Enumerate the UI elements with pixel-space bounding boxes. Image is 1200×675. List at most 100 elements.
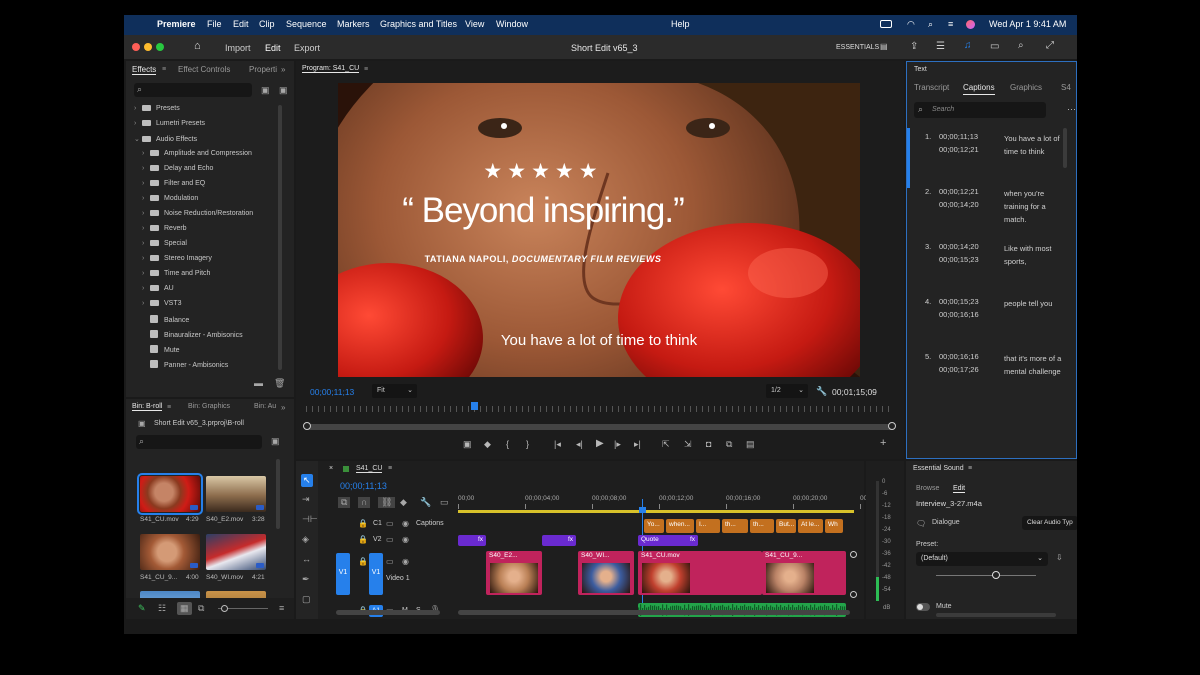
home-icon[interactable]: ⌂: [194, 40, 201, 52]
bin-menu-icon[interactable]: ≡: [279, 604, 284, 613]
chevron-right-icon[interactable]: ›: [142, 150, 150, 157]
effects-tree-item[interactable]: › AU: [142, 285, 174, 299]
battery-icon[interactable]: [880, 20, 892, 28]
captions-search-input[interactable]: ⌕ Search: [914, 102, 1046, 118]
chevron-right-icon[interactable]: ›: [142, 285, 150, 292]
compare-icon[interactable]: ▣: [463, 439, 472, 450]
tab-bin-graphics[interactable]: Bin: Graphics: [188, 403, 230, 410]
menu-view[interactable]: View: [465, 19, 484, 29]
chevron-right-icon[interactable]: ›: [142, 225, 150, 232]
workspace-icon[interactable]: ▤: [880, 42, 888, 51]
mute-toggle[interactable]: [916, 603, 930, 611]
accelerated-filter-icon[interactable]: ▣: [261, 86, 270, 95]
zoom-window-button[interactable]: [156, 43, 164, 51]
rectangle-tool-icon[interactable]: ▢: [302, 595, 311, 604]
timeline-playhead-handle[interactable]: [639, 507, 646, 513]
preset-slider-handle[interactable]: [992, 571, 1000, 579]
v-scroll-bottom-handle[interactable]: [850, 591, 857, 598]
program-menu-icon[interactable]: ≡: [364, 66, 368, 73]
sequence-menu-icon[interactable]: ≡: [388, 465, 392, 472]
effects-scrollbar[interactable]: [278, 105, 282, 370]
caption-list-item[interactable]: 3. 00;00;14;20 00;00;15;23 Like with most s…: [907, 242, 1077, 294]
caption-list-item[interactable]: 2. 00;00;12;21 00;00;14;20 when you're trai…: [907, 187, 1077, 239]
lift-icon[interactable]: ⇱: [662, 439, 670, 450]
marker-icon[interactable]: ◆: [484, 439, 491, 450]
tab-effects[interactable]: Effects: [132, 65, 157, 75]
v1-clip[interactable]: S41_CU_9...: [762, 551, 846, 595]
menu-file[interactable]: File: [207, 19, 222, 29]
effects-tree-item[interactable]: › Presets: [134, 105, 180, 119]
tab-sequence[interactable]: S41_CU: [356, 465, 383, 473]
minimize-window-button[interactable]: [144, 43, 152, 51]
tab-bin-broll[interactable]: Bin: B-roll: [132, 403, 163, 411]
chevron-right-icon[interactable]: ›: [142, 210, 150, 217]
effects-tree-item[interactable]: › VST3: [142, 300, 182, 314]
caption-text[interactable]: You have a lot of time to think: [1004, 132, 1062, 158]
vr-icon[interactable]: ▤: [746, 439, 755, 450]
v2-clip[interactable]: fx: [458, 535, 486, 546]
add-marker-icon[interactable]: ◆: [400, 498, 407, 507]
bin-thumbnail[interactable]: [206, 534, 266, 570]
caption-clip[interactable]: Wh: [825, 519, 843, 533]
effects-tree-item[interactable]: › Lumetri Presets: [134, 120, 205, 134]
v1-clip[interactable]: S40_E2...: [486, 551, 542, 595]
chevron-right-icon[interactable]: ›: [134, 120, 142, 127]
close-sequence-icon[interactable]: ×: [329, 465, 333, 472]
new-folder-icon[interactable]: ▬: [254, 379, 263, 388]
bin-thumbnail[interactable]: [206, 476, 266, 512]
toggle-output-icon[interactable]: ▭: [386, 536, 394, 544]
caption-clip[interactable]: At le...: [798, 519, 823, 533]
clear-audio-type-button[interactable]: Clear Audio Typ: [1022, 516, 1077, 530]
wifi-icon[interactable]: ◠: [907, 19, 915, 30]
caption-clip[interactable]: But...: [776, 519, 796, 533]
caption-clip[interactable]: Yo...: [644, 519, 664, 533]
nav-edit[interactable]: Edit: [265, 43, 281, 53]
effects-tree-item[interactable]: ⌄ Audio Effects: [134, 135, 197, 149]
caption-text[interactable]: when you're training for a match.: [1004, 187, 1062, 226]
comment-icon[interactable]: ▭: [990, 41, 999, 52]
timeline-timecode[interactable]: 00;00;11;13: [340, 481, 387, 491]
effects-tree-item[interactable]: Mute: [142, 345, 180, 359]
essential-sound-menu-icon[interactable]: ≡: [968, 465, 972, 472]
track-target-v1[interactable]: V1: [369, 553, 383, 595]
menu-clip[interactable]: Clip: [259, 19, 275, 29]
icon-view-icon[interactable]: ▦: [177, 602, 192, 615]
app-menu[interactable]: Premiere: [157, 19, 196, 29]
chevron-right-icon[interactable]: ›: [142, 255, 150, 262]
v2-clip[interactable]: fx: [542, 535, 576, 546]
nav-export[interactable]: Export: [294, 43, 320, 53]
caption-clip[interactable]: when...: [666, 519, 694, 533]
control-center-icon[interactable]: ≡: [948, 19, 953, 29]
tab-bin-audio[interactable]: Bin: Au: [254, 403, 276, 410]
toggle-output-icon[interactable]: ▭: [386, 520, 394, 528]
razor-icon[interactable]: ◈: [302, 535, 309, 544]
source-patch-v1[interactable]: V1: [336, 553, 350, 595]
tab-effects-menu-icon[interactable]: ≡: [162, 66, 166, 73]
more-options-icon[interactable]: ⋯: [1067, 104, 1076, 115]
effects-tree-item[interactable]: › Amplitude and Compression: [142, 150, 252, 164]
captions-toggle-icon[interactable]: ▭: [440, 498, 449, 507]
caption-list-item[interactable]: 4. 00;00;15;23 00;00;16;16 people tell you: [907, 297, 1077, 349]
step-forward-icon[interactable]: |▸: [614, 439, 621, 450]
chevron-right-icon[interactable]: ›: [142, 195, 150, 202]
close-window-button[interactable]: [132, 43, 140, 51]
chevron-right-icon[interactable]: ›: [142, 180, 150, 187]
eye-icon[interactable]: ◉: [402, 536, 409, 544]
v1-clip[interactable]: S40_WI...: [578, 551, 634, 595]
bin-search-input[interactable]: ⌕: [136, 435, 262, 449]
bin-thumbnail[interactable]: [137, 473, 203, 515]
chevron-down-icon[interactable]: ⌄: [134, 135, 142, 143]
settings-wrench-icon[interactable]: 🔧: [816, 386, 827, 397]
siri-icon[interactable]: [966, 20, 975, 29]
list-view-icon[interactable]: ☷: [158, 604, 166, 613]
yuv-filter-icon[interactable]: ▣: [279, 86, 288, 95]
lock-icon[interactable]: 🔒: [358, 520, 368, 528]
menu-sequence[interactable]: Sequence: [286, 19, 327, 29]
track-scrollbar[interactable]: [336, 610, 440, 615]
caption-list-item[interactable]: 1. 00;00;11;13 00;00;12;21 You have a lot o…: [907, 132, 1077, 184]
tab-program[interactable]: Program: S41_CU: [302, 65, 360, 73]
preset-select[interactable]: (Default) ⌄: [916, 552, 1048, 566]
effects-tree-item[interactable]: › Special: [142, 240, 187, 254]
menu-markers[interactable]: Markers: [337, 19, 370, 29]
menu-help[interactable]: Help: [671, 19, 690, 29]
